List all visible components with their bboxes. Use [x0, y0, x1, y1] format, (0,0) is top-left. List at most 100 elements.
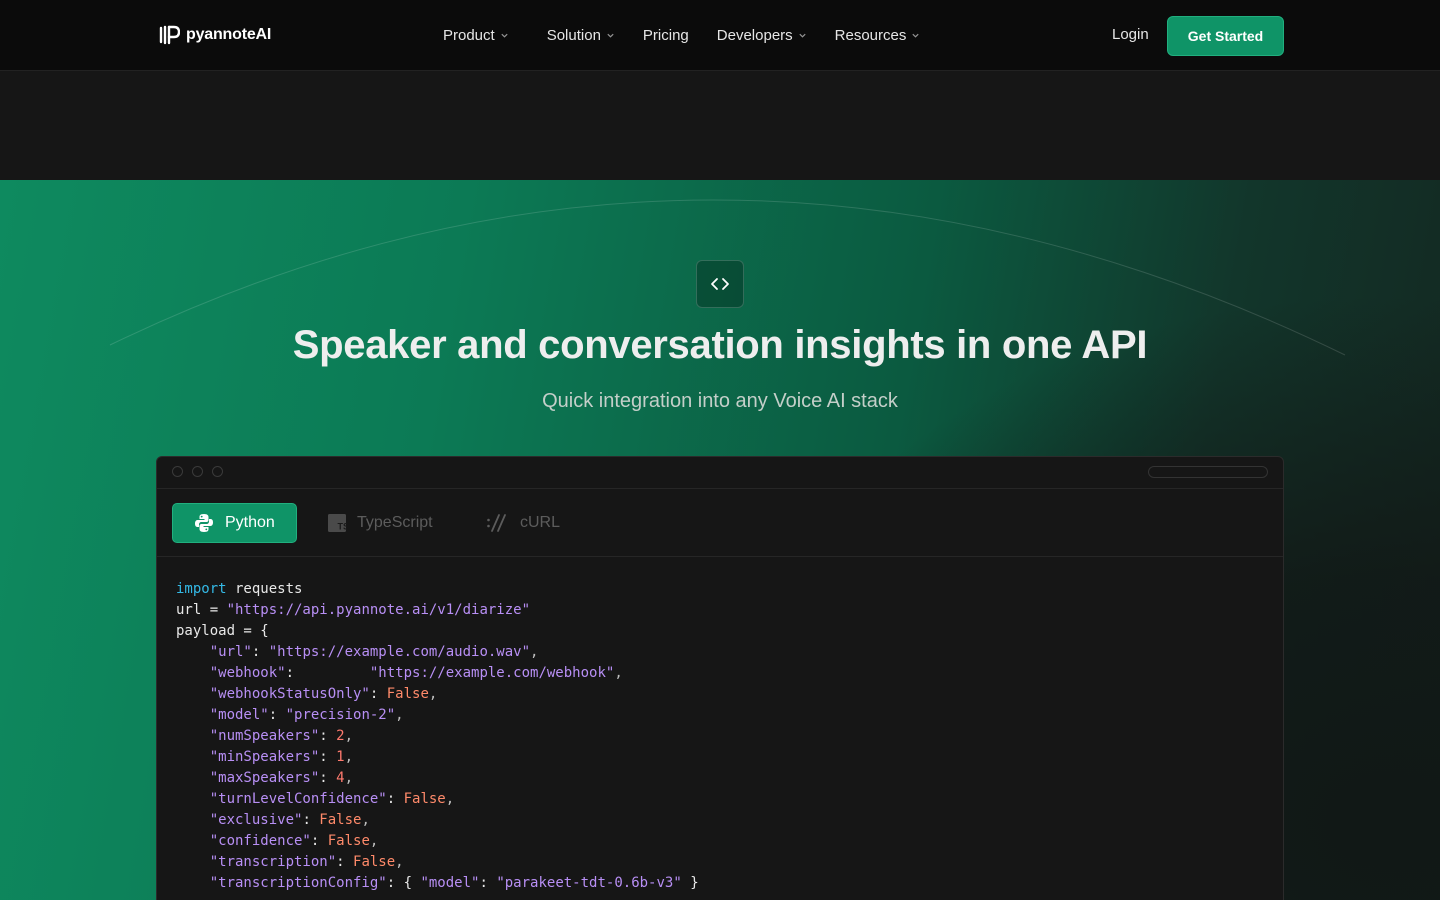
brand-name: pyannoteAI: [186, 26, 272, 43]
code-token: import: [176, 581, 227, 597]
code-token: "url": [209, 644, 252, 660]
code-token: ,: [428, 686, 438, 702]
top-navbar: pyannoteAI Product Solution Pricing Develop…: [0, 0, 1440, 71]
code-token: ,: [344, 749, 354, 765]
hero-title: Speaker and conversation insights in one…: [292, 323, 1148, 367]
code-token: False: [386, 686, 429, 702]
code-line: "numSpeakers": 2,: [176, 726, 699, 747]
code-token: "model": [209, 707, 269, 723]
code-token: ,: [369, 833, 379, 849]
nav-link-solution[interactable]: Solution: [547, 27, 615, 44]
code-window: Python TS TypeScript cURL import request…: [156, 456, 1284, 900]
code-token: "webhookStatusOnly": [209, 686, 370, 702]
code-token: ,: [530, 644, 539, 660]
code-token: "minSpeakers": [209, 749, 320, 765]
login-link[interactable]: Login: [1112, 26, 1149, 43]
code-token: "precision-2": [285, 707, 396, 723]
code-token: :: [369, 686, 387, 702]
code-token: ,: [344, 770, 354, 786]
code-token: :: [319, 770, 337, 786]
nav-link-resources[interactable]: Resources: [835, 27, 921, 44]
window-titlebar: [157, 457, 1283, 489]
nav-link-pricing[interactable]: Pricing: [643, 27, 689, 44]
code-token: False: [403, 791, 446, 807]
tab-label: cURL: [520, 514, 561, 531]
code-token: "https://api.pyannote.ai/v1/diarize": [226, 602, 531, 618]
code-token: :: [310, 833, 328, 849]
code-token: }: [681, 875, 699, 891]
nav-link-label: Resources: [834, 27, 907, 44]
code-line: "webhookStatusOnly": False,: [176, 684, 699, 705]
code-token: : {: [386, 875, 421, 891]
code-line: "confidence": False,: [176, 831, 699, 852]
code-token: "webhook": [209, 665, 286, 681]
code-token: "exclusive": [209, 812, 303, 828]
brand-logo[interactable]: pyannoteAI: [158, 24, 271, 46]
curl-icon: [487, 514, 506, 532]
pyannote-logo-icon: [159, 25, 180, 45]
code-token: ,: [445, 791, 455, 807]
code-token: :: [336, 854, 354, 870]
code-brackets-icon: [696, 260, 744, 308]
nav-link-product[interactable]: Product: [443, 27, 509, 44]
code-token: "transcription": [209, 854, 337, 870]
code-token: "confidence": [209, 833, 311, 849]
code-block: import requests url = "https://api.pyanno…: [176, 579, 699, 894]
code-token: url =: [176, 602, 227, 618]
nav-link-label: Product: [443, 27, 495, 44]
code-token: False: [327, 833, 370, 849]
code-token: "turnLevelConfidence": [209, 791, 387, 807]
get-started-button[interactable]: Get Started: [1167, 16, 1284, 56]
chevron-down-icon: [912, 33, 919, 38]
window-dot: [212, 466, 223, 477]
code-token: "numSpeakers": [209, 728, 320, 744]
code-token: 4: [336, 770, 345, 786]
code-token: "transcriptionConfig": [209, 875, 387, 891]
hero-section: Speaker and conversation insights in one…: [0, 180, 1440, 900]
code-line: "maxSpeakers": 4,: [176, 768, 699, 789]
python-icon: [195, 514, 213, 532]
tab-typescript[interactable]: TS TypeScript: [327, 503, 433, 543]
nav-links: Product Solution Pricing Developers Resource…: [443, 0, 920, 71]
nav-link-label: Pricing: [642, 27, 689, 44]
code-token: ,: [614, 665, 623, 681]
code-token: ,: [344, 728, 354, 744]
chevron-down-icon: [799, 33, 806, 38]
tab-label: TypeScript: [357, 514, 433, 531]
window-address-bar: [1148, 466, 1268, 478]
typescript-icon: TS: [328, 514, 348, 532]
code-token: :: [479, 875, 497, 891]
code-line: "transcription": False,: [176, 852, 699, 873]
code-token: 1: [336, 749, 345, 765]
code-token: ,: [361, 812, 370, 828]
code-token: :: [319, 728, 337, 744]
code-line: "minSpeakers": 1,: [176, 747, 699, 768]
tab-python[interactable]: Python: [172, 503, 297, 543]
hero-subtitle: Quick integration into any Voice AI stac…: [542, 390, 898, 412]
nav-link-developers[interactable]: Developers: [717, 27, 807, 44]
code-token: :: [268, 707, 286, 723]
code-token: :: [302, 812, 320, 828]
code-line: "exclusive": False,: [176, 810, 699, 831]
code-line: "turnLevelConfidence": False,: [176, 789, 699, 810]
window-dot: [192, 466, 203, 477]
code-token: 2: [336, 728, 345, 744]
code-token: :: [319, 749, 337, 765]
code-token: False: [319, 812, 362, 828]
nav-link-label: Solution: [546, 27, 601, 44]
dark-band: [0, 71, 1440, 180]
code-token: "model": [420, 875, 480, 891]
window-dot: [172, 466, 183, 477]
svg-text:TS: TS: [338, 522, 348, 532]
tab-curl[interactable]: cURL: [486, 503, 560, 543]
code-token: requests: [226, 581, 303, 597]
